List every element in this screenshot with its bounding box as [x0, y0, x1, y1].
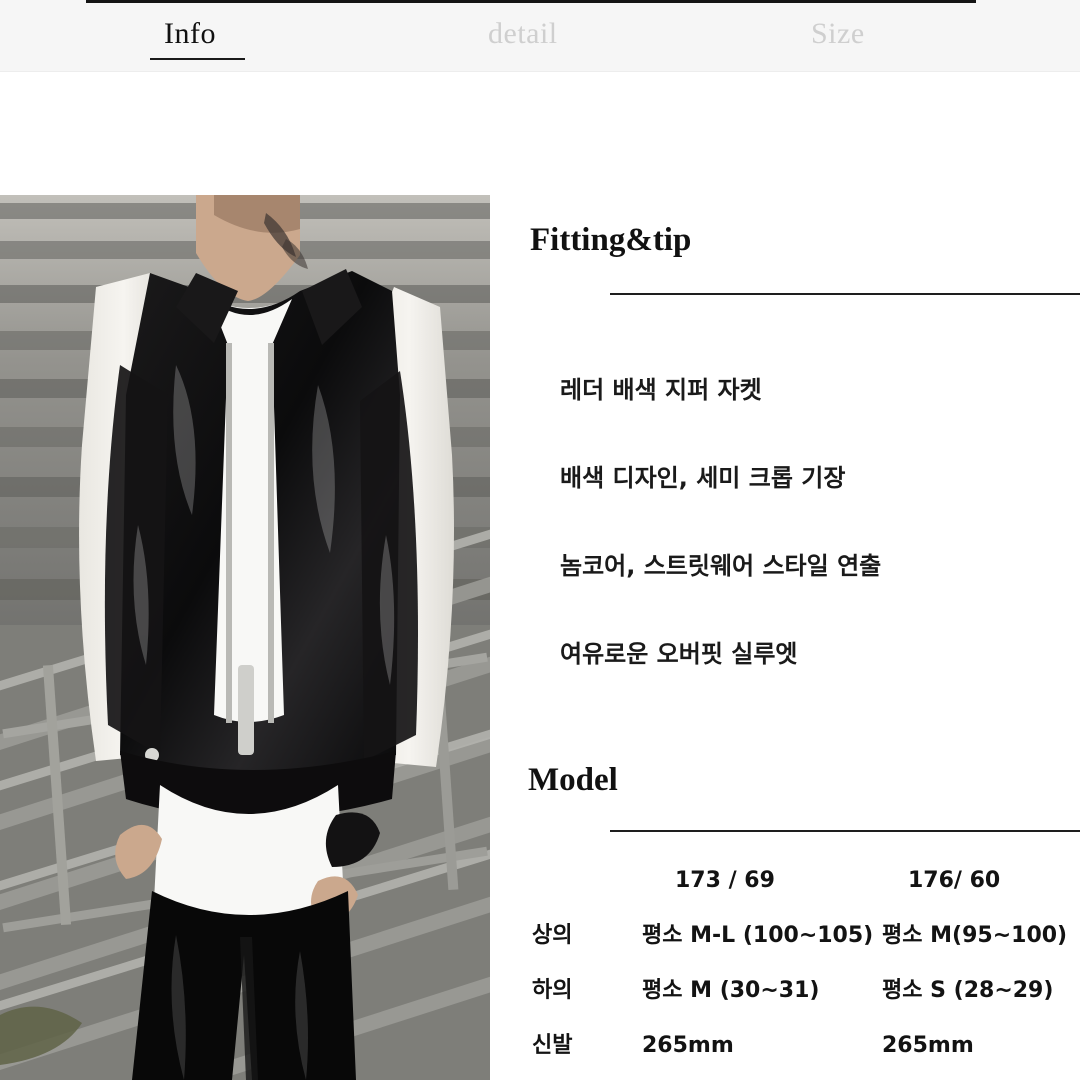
row-top-model-1: 평소 M-L (100~105) — [642, 923, 874, 948]
product-photo[interactable] — [0, 195, 490, 1080]
table-header-model-1: 173 / 69 — [675, 868, 775, 893]
fitting-line-2: 배색 디자인, 세미 크롭 기장 — [560, 464, 846, 492]
model-divider — [610, 830, 1080, 832]
row-top-model-2: 평소 M(95~100) — [882, 923, 1068, 948]
fitting-line-1: 레더 배색 지퍼 자켓 — [560, 376, 762, 404]
table-row: 신발 265mm 265mm — [490, 1019, 1080, 1074]
product-photo-image — [0, 195, 490, 1080]
row-bottom-model-1: 평소 M (30~31) — [642, 978, 820, 1003]
fitting-tip-heading: Fitting&tip — [530, 222, 692, 258]
tab-info[interactable]: Info — [150, 14, 245, 60]
table-row: 하의 평소 M (30~31) 평소 S (28~29) — [490, 964, 1080, 1019]
fitting-tip-divider — [610, 293, 1080, 295]
tab-size-label: Size — [811, 17, 865, 50]
fitting-line-3: 놈코어, 스트릿웨어 스타일 연출 — [560, 552, 882, 580]
row-label-top: 상의 — [532, 923, 573, 948]
table-header-row: 173 / 69 176/ 60 — [490, 854, 1080, 909]
info-content-panel: Fitting&tip 레더 배색 지퍼 자켓 배색 디자인, 세미 크롭 기장… — [490, 72, 1080, 1080]
model-spec-table: 173 / 69 176/ 60 상의 평소 M-L (100~105) 평소 … — [490, 854, 1080, 1074]
table-header-model-2: 176/ 60 — [908, 868, 1001, 893]
row-shoes-model-1: 265mm — [642, 1033, 734, 1058]
model-heading: Model — [528, 762, 618, 798]
product-detail-page: Info detail Size Fitting&tip 레더 배색 지퍼 자켓… — [0, 0, 1080, 1080]
tab-detail-label: detail — [488, 17, 558, 50]
row-label-bottom: 하의 — [532, 978, 573, 1003]
table-row: 상의 평소 M-L (100~105) 평소 M(95~100) — [490, 909, 1080, 964]
row-bottom-model-2: 평소 S (28~29) — [882, 978, 1054, 1003]
tab-info-label: Info — [164, 17, 216, 50]
tab-detail[interactable]: detail — [488, 14, 558, 54]
tab-size[interactable]: Size — [811, 14, 865, 54]
tab-active-underline — [150, 58, 245, 60]
row-shoes-model-2: 265mm — [882, 1033, 974, 1058]
tab-bar: Info detail Size — [0, 0, 1080, 72]
row-label-shoes: 신발 — [532, 1033, 573, 1058]
fitting-line-4: 여유로운 오버핏 실루엣 — [560, 640, 798, 668]
tab-list: Info detail Size — [0, 0, 1080, 72]
